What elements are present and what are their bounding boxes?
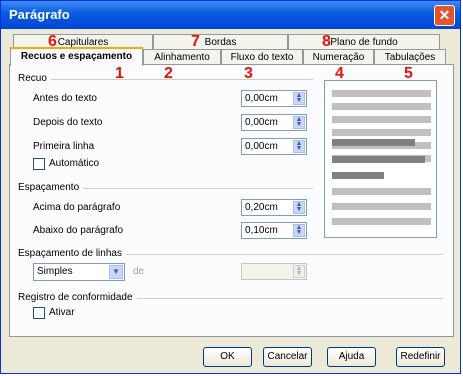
annotation-marker-8: 8 — [322, 33, 331, 50]
section-divider — [135, 298, 443, 299]
below-paragraph-value: 0,10cm — [245, 225, 278, 236]
tab-alinhamento[interactable]: Alinhamento — [143, 49, 221, 65]
first-line-field[interactable]: 0,00cm ▲ ▼ — [241, 138, 307, 155]
annotation-marker-7: 7 — [191, 33, 200, 50]
of-label: de — [133, 266, 145, 277]
tab-plano-de-fundo[interactable]: Plano de fundo — [288, 34, 440, 50]
after-text-field[interactable]: 0,00cm ▲ ▼ — [241, 114, 307, 131]
automatic-label: Automático — [49, 158, 100, 169]
spin-updown-icon[interactable]: ▲ ▼ — [293, 116, 305, 129]
before-text-label: Antes do texto — [33, 93, 97, 104]
section-divider — [51, 79, 313, 80]
reset-button[interactable]: Redefinir — [396, 347, 445, 367]
tab-recuos-e-espacamento[interactable]: Recuos e espaçamento — [10, 47, 143, 66]
annotation-marker-6: 6 — [48, 33, 57, 50]
paragraph-dialog: Parágrafo ✕ Capitulares Bordas Plano de … — [0, 0, 461, 374]
section-divider — [125, 254, 443, 255]
annotation-marker-1: 1 — [115, 65, 124, 82]
preview-line-current — [332, 172, 384, 179]
help-button[interactable]: Ajuda — [327, 347, 376, 367]
below-paragraph-field[interactable]: 0,10cm ▲ ▼ — [241, 222, 307, 239]
after-text-value: 0,00cm — [245, 117, 278, 128]
automatic-checkbox[interactable] — [33, 158, 45, 170]
cancel-button[interactable]: Cancelar — [263, 347, 312, 367]
close-button[interactable]: ✕ — [434, 5, 455, 26]
spin-updown-icon[interactable]: ▲ ▼ — [293, 140, 305, 153]
preview-line — [332, 90, 431, 97]
tab-bordas[interactable]: Bordas — [153, 34, 288, 50]
activate-checkbox[interactable] — [33, 307, 45, 319]
annotation-marker-4: 4 — [335, 65, 344, 82]
paragraph-preview — [324, 80, 437, 238]
window-title: Parágrafo — [9, 7, 70, 22]
above-paragraph-value: 0,20cm — [245, 202, 278, 213]
section-register: Registro de conformidade — [18, 292, 137, 303]
before-text-value: 0,00cm — [245, 93, 278, 104]
preview-line — [332, 103, 431, 110]
preview-line — [332, 188, 431, 195]
section-divider — [83, 188, 313, 189]
preview-line — [332, 203, 431, 210]
above-paragraph-label: Acima do parágrafo — [33, 202, 121, 213]
tab-numeracao[interactable]: Numeração — [303, 49, 374, 65]
preview-line-current — [332, 156, 425, 163]
after-text-label: Depois do texto — [33, 117, 103, 128]
section-espacamento: Espaçamento — [18, 182, 84, 193]
line-spacing-amount-field[interactable]: ▲ ▼ — [241, 263, 307, 280]
preview-line — [332, 129, 431, 136]
section-line-spacing: Espaçamento de linhas — [18, 248, 126, 259]
spin-updown-icon[interactable]: ▲ ▼ — [293, 201, 305, 214]
preview-line-current — [332, 139, 415, 146]
line-spacing-select[interactable]: Simples ▼ — [33, 263, 125, 281]
tab-tabulacoes[interactable]: Tabulações — [374, 49, 446, 65]
line-spacing-value: Simples — [37, 266, 73, 277]
section-recuo: Recuo — [18, 73, 51, 84]
spin-updown-icon[interactable]: ▲ ▼ — [293, 224, 305, 237]
annotation-marker-2: 2 — [164, 65, 173, 82]
annotation-marker-5: 5 — [404, 65, 413, 82]
above-paragraph-field[interactable]: 0,20cm ▲ ▼ — [241, 199, 307, 216]
preview-line — [332, 116, 431, 123]
spin-updown-icon[interactable]: ▲ ▼ — [293, 265, 305, 278]
below-paragraph-label: Abaixo do parágrafo — [33, 225, 124, 236]
preview-line — [332, 218, 431, 225]
chevron-down-icon[interactable]: ▼ — [109, 265, 123, 279]
annotation-marker-3: 3 — [244, 65, 253, 82]
title-bar: Parágrafo ✕ — [1, 1, 460, 29]
before-text-field[interactable]: 0,00cm ▲ ▼ — [241, 90, 307, 107]
tab-fluxo-do-texto[interactable]: Fluxo do texto — [221, 49, 303, 65]
ok-button[interactable]: OK — [203, 347, 252, 367]
first-line-label: Primeira linha — [33, 141, 95, 152]
activate-label: Ativar — [49, 307, 75, 318]
spin-updown-icon[interactable]: ▲ ▼ — [293, 92, 305, 105]
first-line-value: 0,00cm — [245, 141, 278, 152]
